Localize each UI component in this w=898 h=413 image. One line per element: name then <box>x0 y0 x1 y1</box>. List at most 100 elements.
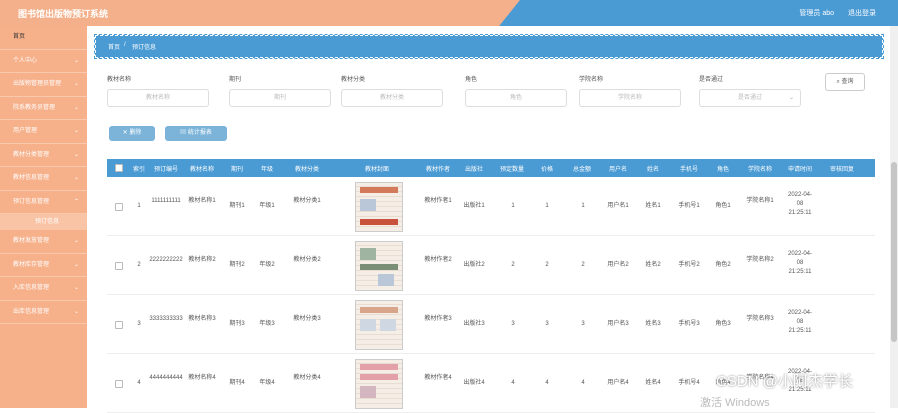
top-bar: 图书馆出版物预订系统 管理员 abo 退出登录 <box>0 0 898 26</box>
breadcrumb: 首页 / 预订信息 <box>94 34 884 59</box>
col-header: 总金额 <box>572 167 591 173</box>
col-header: 角色 <box>716 167 729 173</box>
cell-college: 学院名称1 <box>746 198 774 204</box>
logout-link[interactable]: 退出登录 <box>848 10 876 17</box>
col-header: 审核回复 <box>829 167 854 173</box>
scrollbar-thumb[interactable] <box>891 162 897 342</box>
sidebar-item-label: 个人中心 <box>13 57 38 64</box>
search-icon: ⌕ <box>836 79 840 85</box>
sidebar-item-inbound[interactable]: 入库信息管理 ⌄ <box>0 277 87 301</box>
search-button-label: 查询 <box>841 79 854 85</box>
cell-author: 教材作者1 <box>424 198 452 204</box>
sidebar-subitem-reservation-info[interactable]: 预订信息 <box>0 214 87 230</box>
cover-stripe <box>360 187 398 193</box>
sidebar-item-profile[interactable]: 个人中心 ⌄ <box>0 50 87 73</box>
cell-price: 4 <box>545 380 549 386</box>
chevron-down-icon: ⌄ <box>73 104 79 111</box>
cell-grade: 年级2 <box>259 262 275 268</box>
cell-total: 4 <box>581 380 585 386</box>
report-button[interactable]: ▤ 统计报表 <box>165 126 227 141</box>
role-input[interactable]: 角色 <box>465 89 567 107</box>
approved-select-value: 是否通过 <box>737 95 762 101</box>
top-right-menu: 管理员 abo 退出登录 <box>787 8 876 18</box>
cell-index: 4 <box>137 380 141 386</box>
delete-icon: ✕ <box>122 130 128 136</box>
table-row[interactable]: 3 3333333333 教材名称3 期刊3 年级3 教材分类3 教材作者3 出… <box>107 295 875 354</box>
category-input[interactable]: 教材分类 <box>341 89 443 107</box>
row-checkbox[interactable] <box>115 380 123 388</box>
cell-publisher: 出版社2 <box>463 262 485 268</box>
row-checkbox[interactable] <box>115 321 123 329</box>
chevron-down-icon: ⌄ <box>73 57 79 64</box>
cell-realname: 姓名4 <box>645 380 661 386</box>
sidebar-item-stock[interactable]: 教材库存管理 ⌄ <box>0 254 87 277</box>
cell-phone: 手机号2 <box>678 262 700 268</box>
col-header: 期刊 <box>230 167 243 173</box>
col-header: 学院名称 <box>747 167 772 173</box>
cover-block <box>360 386 376 398</box>
journal-input[interactable]: 期刊 <box>229 89 331 107</box>
cell-publisher: 出版社4 <box>463 380 485 386</box>
sidebar-item-label: 教材分类管理 <box>13 151 50 158</box>
sidebar-item-distribution[interactable]: 教材发放管理 ⌄ <box>0 230 87 254</box>
breadcrumb-current: 预订信息 <box>132 45 157 51</box>
row-checkbox[interactable] <box>115 203 123 211</box>
cell-category: 教材分类3 <box>293 316 321 322</box>
approved-select[interactable]: 是否通过 ⌄ <box>699 89 801 107</box>
cell-username: 用户名1 <box>607 203 629 209</box>
sidebar-item-dept-staff[interactable]: 院系教务员管理 ⌄ <box>0 97 87 120</box>
chevron-down-icon: ⌄ <box>788 95 794 101</box>
chevron-down-icon: ⌄ <box>73 285 79 291</box>
cover-block <box>378 274 394 286</box>
sidebar-item-label: 出版物管理员管理 <box>13 81 62 87</box>
select-all-checkbox[interactable] <box>115 164 123 172</box>
sidebar-item-textbook-info[interactable]: 教材信息管理 ⌄ <box>0 167 87 191</box>
col-header: 教材作者 <box>425 167 450 173</box>
field-label: 是否通过 <box>699 77 724 83</box>
sidebar-item-users[interactable]: 用户管理 ⌄ <box>0 120 87 144</box>
cell-index: 3 <box>137 321 141 327</box>
chevron-down-icon: ⌄ <box>73 151 79 158</box>
cover-stripe <box>360 264 398 270</box>
cell-quantity: 1 <box>511 203 515 209</box>
cell-username: 用户名2 <box>607 262 629 268</box>
chevron-up-icon: ⌃ <box>73 198 79 205</box>
sidebar-item-reservation[interactable]: 预订信息管理 ⌃ <box>0 191 87 214</box>
sidebar-item-label: 首页 <box>13 34 26 40</box>
sidebar-item-outbound[interactable]: 出库信息管理 ⌄ <box>0 301 87 324</box>
table-row[interactable]: 2 2222222222 教材名称2 期刊2 年级2 教材分类2 教材作者2 出… <box>107 236 875 295</box>
cell-price: 1 <box>545 203 549 209</box>
col-header: 教材分类 <box>294 167 319 173</box>
cell-grade: 年级4 <box>259 380 275 386</box>
vertical-scrollbar[interactable] <box>890 26 898 408</box>
search-field-journal: 期刊 期刊 <box>229 74 331 107</box>
textbook-cover-image <box>355 359 403 409</box>
table-row[interactable]: 1 1111111111 教材名称1 期刊1 年级1 教材分类1 教材作者1 出… <box>107 177 875 236</box>
col-header: 姓名 <box>646 167 659 173</box>
breadcrumb-home[interactable]: 首页 <box>108 42 120 51</box>
sidebar-item-publisher-admin[interactable]: 出版物管理员管理 ⌄ <box>0 73 87 97</box>
cell-author: 教材作者2 <box>424 257 452 263</box>
col-header: 教材名称 <box>189 167 214 173</box>
college-input[interactable]: 学院名称 <box>579 89 681 107</box>
chart-icon: ▤ <box>180 130 187 136</box>
search-field-name: 教材名称 教材名称 <box>107 74 209 107</box>
sidebar-item-label: 教材发放管理 <box>13 238 50 244</box>
textbook-cover-image <box>355 241 403 291</box>
search-button[interactable]: ⌕ 查询 <box>825 73 865 91</box>
col-header: 预定数量 <box>499 167 524 173</box>
delete-button[interactable]: ✕ 删除 <box>109 126 155 141</box>
breadcrumb-separator: / <box>124 42 126 48</box>
sidebar-item-label: 入库信息管理 <box>13 285 50 291</box>
sidebar-item-textbook-category[interactable]: 教材分类管理 ⌄ <box>0 144 87 167</box>
row-checkbox[interactable] <box>115 262 123 270</box>
col-header: 价格 <box>540 167 553 173</box>
cell-code: 4444444444 <box>149 375 183 381</box>
sidebar-item-home[interactable]: 首页 <box>0 26 87 50</box>
search-field-role: 角色 角色 <box>465 74 567 107</box>
cell-role: 角色1 <box>715 203 731 209</box>
col-header: 手机号 <box>679 167 698 173</box>
cell-code: 2222222222 <box>149 257 183 263</box>
textbook-name-input[interactable]: 教材名称 <box>107 89 209 107</box>
textbook-cover-image <box>355 300 403 350</box>
